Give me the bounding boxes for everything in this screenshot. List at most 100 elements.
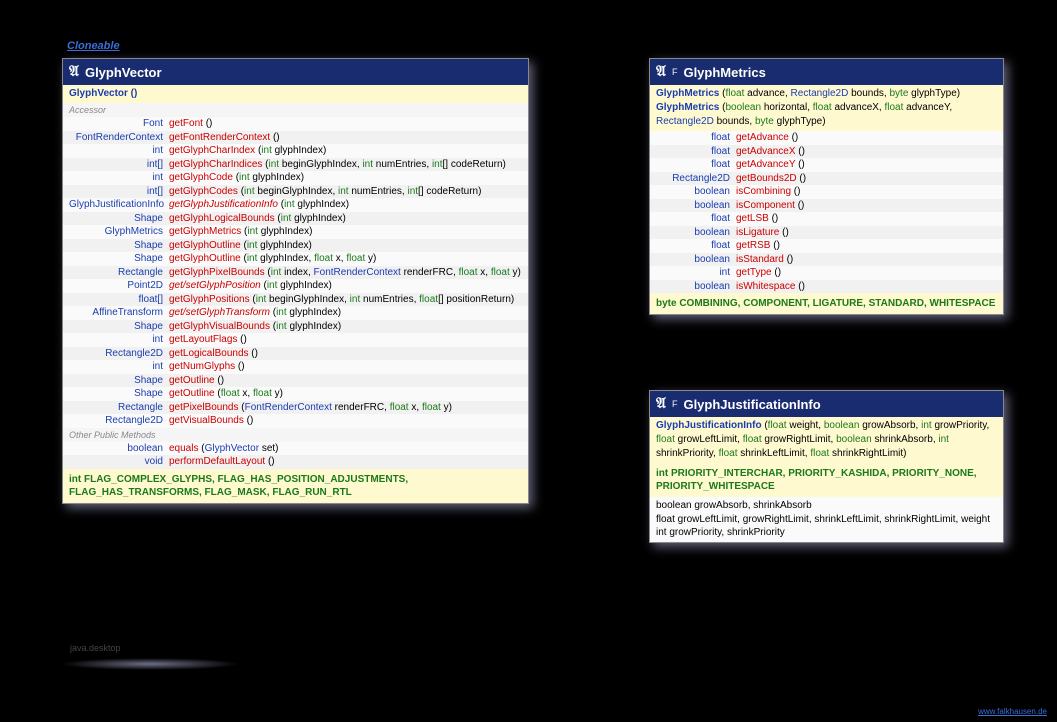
method-row: ShapegetOutline (float x, float y) [63,387,528,401]
method-signature: performDefaultLayout () [169,455,522,469]
methods-section: Accessor FontgetFont ()FontRenderContext… [63,103,528,469]
return-type: boolean [656,253,736,267]
method-row: booleanisLigature () [650,226,1003,240]
method-signature: getGlyphLogicalBounds (int glyphIndex) [169,212,522,226]
return-type: Rectangle2D [69,414,169,428]
constructor-glyphvector: GlyphVector () [69,88,137,99]
method-signature: getRSB () [736,239,997,253]
return-type: Rectangle [69,266,169,280]
class-glyphmetrics: 𝔄 F GlyphMetrics GlyphMetrics (float adv… [649,58,1004,315]
method-row: ShapegetGlyphOutline (int glyphIndex) [63,239,528,253]
method-signature: get/setGlyphPosition (int glyphIndex) [169,279,522,293]
method-row: GlyphJustificationInfogetGlyphJustificat… [63,198,528,212]
method-signature: getGlyphCodes (int beginGlyphIndex, int … [169,185,522,199]
return-type: float [656,239,736,253]
return-type: boolean [656,199,736,213]
method-row: Rectangle2DgetVisualBounds () [63,414,528,428]
return-type: int [69,171,169,185]
method-row: Rectangle2DgetLogicalBounds () [63,347,528,361]
method-signature: getGlyphMetrics (int glyphIndex) [169,225,522,239]
return-type: Shape [69,239,169,253]
return-type: Shape [69,387,169,401]
return-type: GlyphMetrics [69,225,169,239]
class-header-gji: 𝔄 F GlyphJustificationInfo [650,391,1003,417]
return-type: Rectangle [69,401,169,415]
field-line: boolean growAbsorb, shrinkAbsorb [656,499,997,513]
return-type: int [69,144,169,158]
fields-section: boolean growAbsorb, shrinkAbsorbfloat gr… [650,497,1003,542]
return-type: Rectangle2D [656,172,736,186]
return-type: int[] [69,185,169,199]
package-module: java.desktop [70,643,121,653]
method-row: intgetGlyphCode (int glyphIndex) [63,171,528,185]
return-type: Shape [69,320,169,334]
method-row: RectanglegetPixelBounds (FontRenderConte… [63,401,528,415]
return-type: Font [69,117,169,131]
method-row: booleanisCombining () [650,185,1003,199]
method-row: intgetNumGlyphs () [63,360,528,374]
constructor-section: GlyphMetrics (float advance, Rectangle2D… [650,85,1003,131]
interface-cloneable-label[interactable]: Cloneable [67,40,120,52]
package-label: 𝔄 java.awt.font java.desktop [70,620,195,654]
class-modifier: F [672,399,678,409]
return-type: FontRenderContext [69,131,169,145]
method-signature: isWhitespace () [736,280,997,294]
return-type: boolean [69,442,169,456]
method-row: intgetType () [650,266,1003,280]
method-row: GlyphMetricsgetGlyphMetrics (int glyphIn… [63,225,528,239]
footer-link[interactable]: www.falkhausen.de [978,707,1047,716]
package-symbol-icon: 𝔄 [70,620,83,642]
method-row: floatgetLSB () [650,212,1003,226]
method-signature: getBounds2D () [736,172,997,186]
method-row: int[]getGlyphCharIndices (int beginGlyph… [63,158,528,172]
method-row: ShapegetGlyphLogicalBounds (int glyphInd… [63,212,528,226]
method-row: float[]getGlyphPositions (int beginGlyph… [63,293,528,307]
class-header-glyphvector: 𝔄 GlyphVector [63,59,528,85]
method-signature: getGlyphOutline (int glyphIndex, float x… [169,252,522,266]
constructor-section: GlyphJustificationInfo (float weight, bo… [650,417,1003,463]
method-signature: isCombining () [736,185,997,199]
method-signature: isLigature () [736,226,997,240]
method-signature: getVisualBounds () [169,414,522,428]
method-signature: getLSB () [736,212,997,226]
return-type: void [69,455,169,469]
class-modifier: F [672,67,678,77]
return-type: int[] [69,158,169,172]
method-signature: getGlyphVisualBounds (int glyphIndex) [169,320,522,334]
method-signature: getAdvanceX () [736,145,997,159]
method-signature: getLayoutFlags () [169,333,522,347]
class-symbol-icon: 𝔄 [656,395,666,413]
method-row: floatgetAdvanceX () [650,145,1003,159]
constructor-section: GlyphVector () [63,85,528,103]
package-name: java.awt.font [86,621,195,641]
return-type: boolean [656,185,736,199]
class-header-glyphmetrics: 𝔄 F GlyphMetrics [650,59,1003,85]
class-title: GlyphJustificationInfo [683,397,820,412]
class-symbol-icon: 𝔄 [69,63,79,81]
method-row: FontgetFont () [63,117,528,131]
class-glyphvector: 𝔄 GlyphVector GlyphVector () Accessor Fo… [62,58,529,504]
class-title: GlyphVector [85,65,162,80]
return-type: Point2D [69,279,169,293]
return-type: boolean [656,226,736,240]
method-signature: getGlyphPositions (int beginGlyphIndex, … [169,293,522,307]
method-signature: getOutline () [169,374,522,388]
method-row: Point2Dget/setGlyphPosition (int glyphIn… [63,279,528,293]
method-signature: getOutline (float x, float y) [169,387,522,401]
return-type: GlyphJustificationInfo [69,198,169,212]
method-signature: getGlyphOutline (int glyphIndex) [169,239,522,253]
method-signature: get/setGlyphTransform (int glyphIndex) [169,306,522,320]
return-type: Shape [69,374,169,388]
return-type: AffineTransform [69,306,169,320]
method-row: RectanglegetGlyphPixelBounds (int index,… [63,266,528,280]
return-type: float [656,212,736,226]
method-row: floatgetRSB () [650,239,1003,253]
constants-glyphvector: int FLAG_COMPLEX_GLYPHS, FLAG_HAS_POSITI… [63,469,528,503]
method-signature: getPixelBounds (FontRenderContext render… [169,401,522,415]
field-line: float growLeftLimit, growRightLimit, shr… [656,513,997,527]
method-signature: getAdvanceY () [736,158,997,172]
method-signature: getFontRenderContext () [169,131,522,145]
return-type: int [656,266,736,280]
method-signature: getGlyphPixelBounds (int index, FontRend… [169,266,522,280]
return-type: float [656,145,736,159]
